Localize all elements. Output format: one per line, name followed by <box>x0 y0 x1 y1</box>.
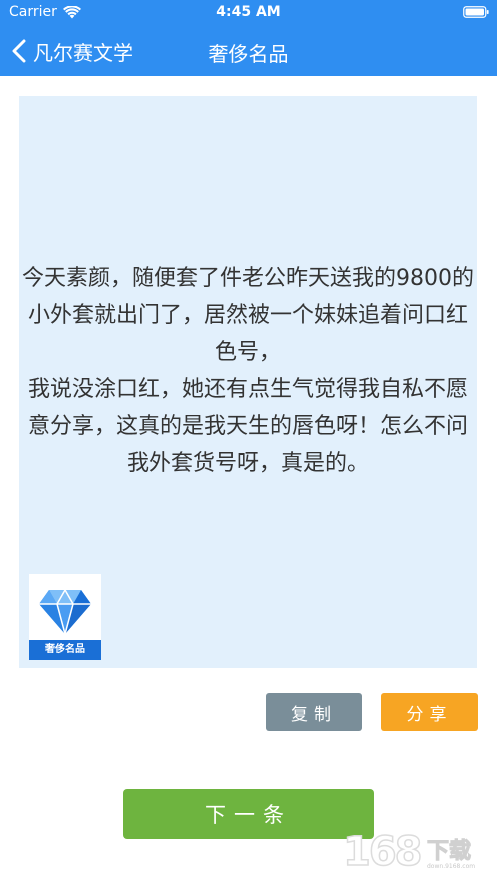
page-title: 奢侈名品 <box>208 42 289 66</box>
watermark-text: 下载 <box>426 839 472 865</box>
header: Carrier 4:45 AM 凡尔赛文学 奢侈名品 <box>0 0 497 76</box>
quote-card: 今天素颜，随便套了件老公昨天送我的9800的小外套就出门了，居然被一个妹妹追着问… <box>19 96 477 668</box>
logo-label: 奢侈名品 <box>29 640 101 660</box>
status-bar: Carrier 4:45 AM <box>0 0 497 26</box>
diamond-icon <box>39 589 91 634</box>
copy-button[interactable]: 复制 <box>266 693 362 731</box>
nav-bar: 凡尔赛文学 奢侈名品 <box>0 26 497 76</box>
quote-text: 今天素颜，随便套了件老公昨天送我的9800的小外套就出门了，居然被一个妹妹追着问… <box>22 266 474 476</box>
watermark-url: down.9168.com <box>427 863 476 870</box>
next-button[interactable]: 下一条 <box>123 789 374 839</box>
watermark: 168 下载 down.9168.com <box>342 827 493 881</box>
battery-icon <box>463 6 489 18</box>
share-button[interactable]: 分享 <box>381 693 478 731</box>
brand-logo: 奢侈名品 <box>29 574 101 660</box>
app-screen: Carrier 4:45 AM 凡尔赛文学 奢侈名品 今天素颜，随便套了件老公昨… <box>0 0 497 883</box>
status-time: 4:45 AM <box>216 4 281 20</box>
watermark-number: 168 <box>342 828 423 876</box>
